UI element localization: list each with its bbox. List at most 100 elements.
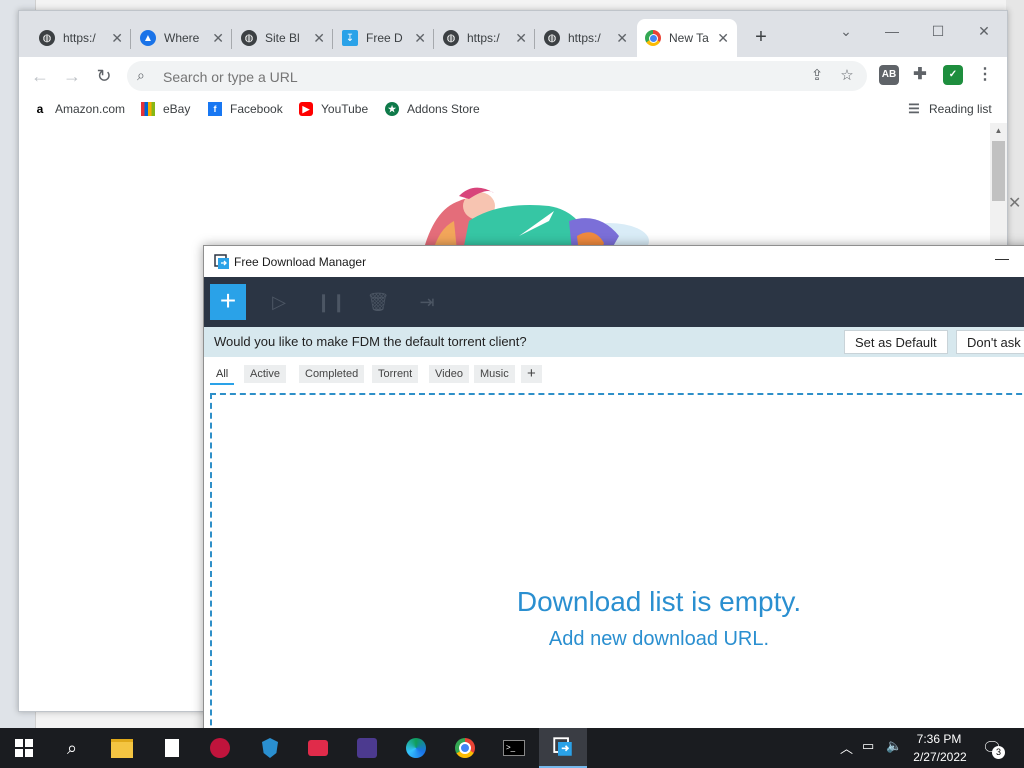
notifications-button[interactable]: 🗨 3 <box>982 738 1006 759</box>
chevron-up-icon[interactable]: ︿ <box>840 738 853 757</box>
recorder-button[interactable] <box>294 728 342 768</box>
notepad-button[interactable] <box>148 728 196 768</box>
minimize-button[interactable]: — <box>869 17 915 45</box>
bookmark-label: Addons Store <box>407 102 480 116</box>
banner-text: Would you like to make FDM the default t… <box>214 334 527 349</box>
filter-torrent[interactable]: Torrent <box>372 365 419 383</box>
start-button[interactable] <box>0 728 48 768</box>
bookmark-label: YouTube <box>321 102 369 116</box>
shield-icon[interactable]: ✓ <box>943 65 963 85</box>
dont-ask-button[interactable]: Don't ask <box>956 330 1024 354</box>
tab-close-icon[interactable]: ✕ <box>717 30 729 47</box>
add-filter-button[interactable]: + <box>521 365 542 383</box>
app-button[interactable] <box>196 728 244 768</box>
document-icon <box>165 739 179 757</box>
windows-icon <box>15 739 33 757</box>
globe-icon: ◍ <box>39 30 55 46</box>
fdm-titlebar[interactable]: Free Download Manager — <box>204 246 1024 277</box>
tab-title: https:/ <box>63 31 96 45</box>
fdm-taskbar-button[interactable] <box>539 728 587 768</box>
url-input[interactable] <box>161 66 765 88</box>
filter-all[interactable]: All <box>210 365 235 385</box>
resume-icon[interactable]: ▷ <box>266 289 292 315</box>
filter-music[interactable]: Music <box>474 365 515 383</box>
tab-6[interactable]: ◍ https:/ ✕ <box>536 19 636 57</box>
share-icon[interactable]: ⇪ <box>807 66 827 86</box>
back-icon[interactable]: ← <box>27 63 53 89</box>
filter-completed[interactable]: Completed <box>299 365 365 383</box>
tab-2[interactable]: ▲ Where ✕ <box>132 19 232 57</box>
pause-icon[interactable]: ❙❙ <box>316 289 346 315</box>
bookmark-addons-store[interactable]: ★ Addons Store <box>385 99 480 119</box>
bookmark-youtube[interactable]: ▶ YouTube <box>299 99 368 119</box>
edge-button[interactable] <box>392 728 440 768</box>
fdm-toolbar: + ▷ ❙❙ 🗑 ⇥ <box>204 277 1024 327</box>
tab-title: Site Bl <box>265 31 300 45</box>
notification-count-badge: 3 <box>992 746 1005 759</box>
tab-close-icon[interactable]: ✕ <box>111 30 123 47</box>
delete-icon[interactable]: 🗑 <box>365 289 391 315</box>
fdm-logo-icon <box>214 254 229 269</box>
tab-search-icon[interactable]: ⌄ <box>823 17 869 45</box>
chrome-icon <box>645 30 661 46</box>
tab-new-tab[interactable]: New Ta ✕ <box>637 19 737 57</box>
scroll-thumb[interactable] <box>992 141 1005 201</box>
clock-time[interactable]: 7:36 PM <box>916 732 962 746</box>
reading-list-button[interactable]: ☰ Reading list <box>907 99 992 119</box>
bookmark-facebook[interactable]: f Facebook <box>208 99 283 119</box>
move-to-folder-icon[interactable]: ⇥ <box>414 289 440 315</box>
bookmark-label: Facebook <box>230 102 283 116</box>
tab-close-icon[interactable]: ✕ <box>515 30 527 47</box>
maximize-button[interactable]: ☐ <box>915 17 961 45</box>
tab-close-icon[interactable]: ✕ <box>313 30 325 47</box>
add-download-button[interactable]: + <box>210 284 246 320</box>
globe-icon: ◍ <box>443 30 459 46</box>
folder-icon <box>111 738 133 758</box>
bookmark-amazon[interactable]: a Amazon.com <box>33 99 125 119</box>
chrome-button[interactable] <box>441 728 489 768</box>
security-app-button[interactable] <box>246 728 294 768</box>
add-url-link[interactable]: Add new download URL. <box>204 628 1024 651</box>
tab-title: Free D <box>366 31 403 45</box>
terminal-button[interactable]: >_ <box>490 728 538 768</box>
close-button[interactable]: ✕ <box>961 17 1007 45</box>
search-icon: ⌕ <box>137 67 145 83</box>
fdm-icon <box>553 737 572 756</box>
filter-video[interactable]: Video <box>429 365 469 383</box>
volume-icon[interactable]: 🔈 <box>886 738 902 754</box>
tab-title: https:/ <box>568 31 601 45</box>
tab-close-icon[interactable]: ✕ <box>212 30 224 47</box>
extensions-icon[interactable]: ✚ <box>910 65 930 85</box>
search-button[interactable]: ⌕ <box>48 728 96 768</box>
fdm-icon: ↧ <box>342 30 358 46</box>
omnibox[interactable]: ⌕ ⇪ ☆ <box>127 61 867 91</box>
facebook-icon: f <box>208 102 222 116</box>
tab-5[interactable]: ◍ https:/ ✕ <box>435 19 535 57</box>
shield-icon <box>262 738 278 758</box>
clock-date[interactable]: 2/27/2022 <box>908 750 972 764</box>
app-button-2[interactable] <box>343 728 391 768</box>
fdm-minimize-button[interactable]: — <box>992 250 1012 270</box>
forward-icon[interactable]: → <box>59 63 85 89</box>
tab-3[interactable]: ◍ Site Bl ✕ <box>233 19 333 57</box>
adblock-icon[interactable]: AB <box>879 65 899 85</box>
tab-strip: ◍ https:/ ✕ ▲ Where ✕ ◍ Site Bl ✕ ↧ Free… <box>19 11 1007 57</box>
set-as-default-button[interactable]: Set as Default <box>844 330 948 354</box>
network-icon[interactable]: ▭ <box>862 738 874 754</box>
file-explorer-button[interactable] <box>98 728 146 768</box>
reload-icon[interactable]: ↻ <box>91 63 117 89</box>
filter-active[interactable]: Active <box>244 365 286 383</box>
filter-tabs: All Active Completed Torrent Video Music… <box>204 357 1024 389</box>
bookmark-ebay[interactable]: eBay <box>141 99 190 119</box>
tab-close-icon[interactable]: ✕ <box>616 30 628 47</box>
tab-4[interactable]: ↧ Free D ✕ <box>334 19 434 57</box>
tab-1[interactable]: ◍ https:/ ✕ <box>31 19 131 57</box>
scroll-up-icon[interactable]: ▲ <box>992 125 1005 137</box>
star-icon[interactable]: ☆ <box>837 66 857 86</box>
new-tab-button[interactable]: + <box>749 25 773 49</box>
close-icon[interactable]: ✕ <box>1008 196 1024 212</box>
empty-list-title: Download list is empty. <box>516 586 802 617</box>
menu-icon[interactable]: ⋮ <box>975 65 995 85</box>
tab-close-icon[interactable]: ✕ <box>414 30 426 47</box>
download-list-dropzone[interactable] <box>210 393 1024 755</box>
